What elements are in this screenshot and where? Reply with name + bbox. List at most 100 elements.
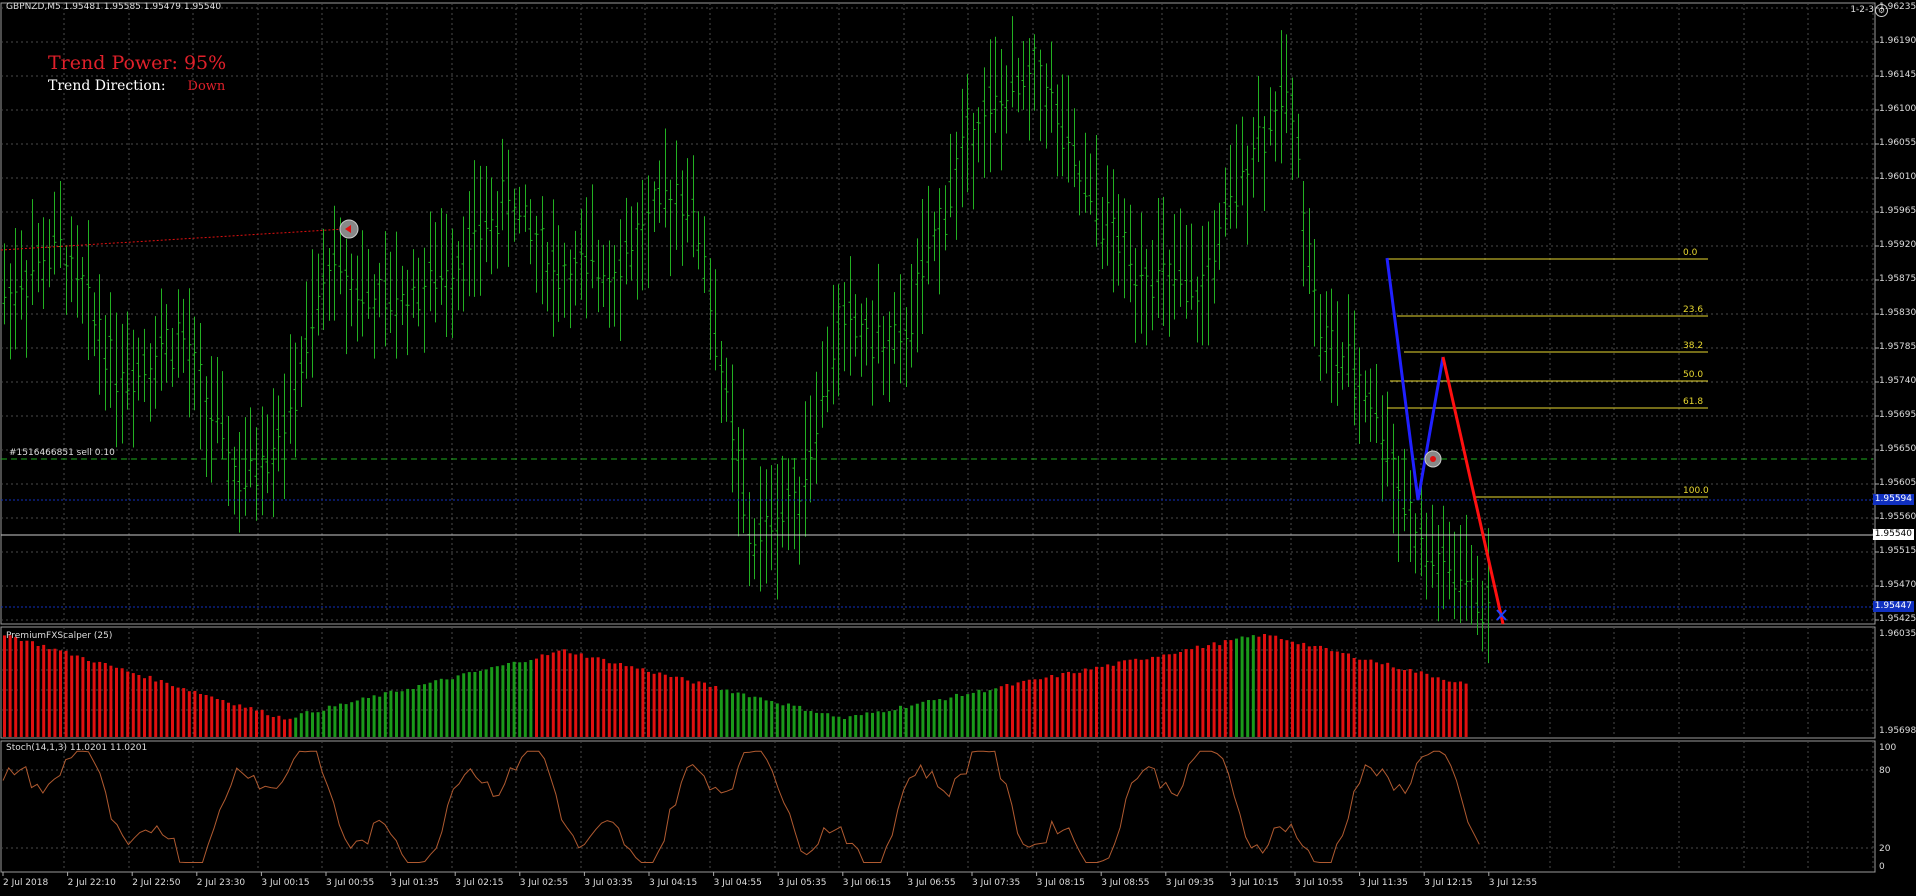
scalper-histogram-bar — [1005, 684, 1009, 737]
scalper-histogram-bar — [994, 688, 998, 737]
scalper-histogram-bar — [1039, 679, 1042, 737]
scalper-histogram-bar — [31, 641, 34, 737]
scalper-histogram-bar — [126, 671, 130, 737]
scalper-histogram-bar — [1358, 659, 1362, 737]
scalper-histogram-bar — [1156, 656, 1160, 737]
scalper-histogram-bar — [176, 687, 180, 737]
scalper-histogram-bar — [523, 662, 527, 737]
scalper-histogram-bar — [1106, 664, 1110, 737]
scalper-histogram-bar — [92, 662, 96, 737]
price-tick-label: 1.95425 — [1879, 614, 1916, 624]
scalper-histogram-bar — [736, 692, 740, 737]
scalper-histogram-bar — [803, 710, 807, 737]
price-tick-label: 1.95650 — [1879, 444, 1916, 454]
scalper-histogram-bar — [714, 686, 718, 737]
scalper-histogram-bar — [25, 640, 29, 737]
scalper-histogram-bar — [591, 657, 594, 737]
scalper-histogram-bar — [1235, 638, 1238, 737]
price-tick-label: 1.96235 — [1879, 2, 1916, 12]
scalper-histogram-bar — [193, 690, 197, 737]
scalper-histogram-bar — [1408, 669, 1412, 737]
time-tick-label: 3 Jul 08:55 — [1101, 878, 1150, 888]
scalper-histogram-bar — [1195, 645, 1199, 737]
scalper-histogram-bar — [434, 680, 438, 737]
scalper-histogram-bar — [563, 649, 566, 737]
price-tick-label: 1.96190 — [1879, 36, 1916, 46]
scalper-histogram-bar — [882, 712, 886, 737]
scalper-histogram-bar — [770, 701, 774, 737]
scalper-histogram-bar — [775, 703, 779, 737]
price-tick-label: 1.96100 — [1879, 104, 1916, 114]
current-price-tag: 1.95540 — [1872, 529, 1914, 540]
scalper-histogram-bar — [960, 696, 964, 737]
scalper-histogram-bar — [439, 678, 443, 737]
stoch-line — [2, 750, 1480, 863]
scalper-histogram-bar — [120, 668, 124, 737]
scalper-histogram-bar — [445, 679, 449, 737]
scalper-histogram-bar — [283, 719, 286, 737]
scalper-histogram-bar — [467, 672, 471, 737]
time-tick-label: 3 Jul 00:15 — [261, 878, 310, 888]
fib-level-label: 23.6 — [1683, 305, 1704, 315]
zigzag-down — [1441, 356, 1505, 625]
chart-canvas[interactable] — [0, 0, 1916, 896]
price-tick-label: 1.95785 — [1879, 342, 1916, 352]
scalper-histogram-bar — [635, 668, 639, 737]
scalper-histogram-bar — [238, 704, 242, 737]
stoch-axis-label: 0 — [1879, 862, 1885, 872]
scalper-histogram-bar — [3, 635, 6, 737]
scalper-histogram-bar — [355, 700, 359, 737]
level-tag-upper: 1.95594 — [1872, 494, 1914, 505]
scalper-histogram-bar — [232, 705, 236, 737]
time-tick-label: 2 Jul 22:10 — [67, 878, 116, 888]
scalper-histogram-bar — [966, 694, 970, 737]
scalper-histogram-bar — [1313, 646, 1317, 737]
scalper-histogram-bar — [999, 686, 1003, 737]
fib-level-label: 50.0 — [1683, 370, 1704, 380]
scalper-histogram-bar — [53, 648, 57, 737]
time-tick-label: 3 Jul 10:15 — [1230, 878, 1279, 888]
stoch-pane-title: Stoch(14,1,3) 11.0201 11.0201 — [6, 743, 148, 753]
scalper-histogram-bar — [1324, 648, 1328, 737]
scalper-histogram-bar — [719, 690, 723, 737]
scalper-histogram-bar — [81, 657, 85, 737]
scalper-histogram-bar — [551, 652, 555, 737]
scalper-histogram-bar — [859, 715, 863, 737]
scalper-histogram-bar — [557, 650, 561, 737]
trend-power-label: Trend Power: — [48, 52, 178, 74]
scalper-histogram-bar — [1414, 672, 1418, 737]
scalper-histogram-bar — [1369, 659, 1373, 737]
scalper-histogram-bar — [1246, 637, 1250, 737]
scalper-histogram-bar — [1375, 662, 1378, 737]
scalper-histogram-bar — [406, 688, 410, 737]
scalper-histogram-bar — [143, 678, 146, 737]
trend-power-value: 95% — [183, 52, 227, 74]
scalper-histogram-bar — [490, 667, 494, 737]
scalper-histogram-bar — [680, 677, 684, 737]
scalper-histogram-bar — [344, 704, 348, 737]
scalper-histogram-bar — [831, 716, 835, 737]
price-tick-label: 1.95875 — [1879, 274, 1916, 284]
time-tick-label: 3 Jul 01:35 — [390, 878, 439, 888]
order-label[interactable]: #1516466851 sell 0.10 — [9, 448, 115, 459]
scalper-histogram-bar — [1078, 672, 1082, 737]
time-tick-label: 3 Jul 06:15 — [842, 878, 892, 888]
scalper-histogram-bar — [1190, 649, 1194, 737]
scalper-histogram-bar — [339, 703, 342, 737]
time-tick-label: 2 Jul 22:50 — [132, 878, 181, 888]
scalper-histogram-bar — [529, 660, 533, 737]
trend-direction-label: Trend Direction: — [48, 78, 166, 94]
scalper-histogram-bar — [423, 684, 426, 737]
scalper-histogram-bar — [1145, 659, 1149, 737]
scalper-histogram-bar — [1291, 641, 1294, 737]
scalper-histogram-bar — [663, 674, 667, 737]
scalper-histogram-bar — [1274, 635, 1278, 737]
scalper-histogram-bar — [938, 699, 942, 737]
time-tick-label: 3 Jul 11:35 — [1359, 878, 1408, 888]
scalper-histogram-bar — [1207, 645, 1210, 737]
time-tick-label: 3 Jul 08:15 — [1036, 878, 1085, 888]
scalper-histogram-bar — [495, 666, 499, 737]
scalper-histogram-bar — [8, 635, 12, 737]
scalper-histogram-bar — [456, 675, 460, 737]
scalper-histogram-bar — [316, 712, 320, 737]
